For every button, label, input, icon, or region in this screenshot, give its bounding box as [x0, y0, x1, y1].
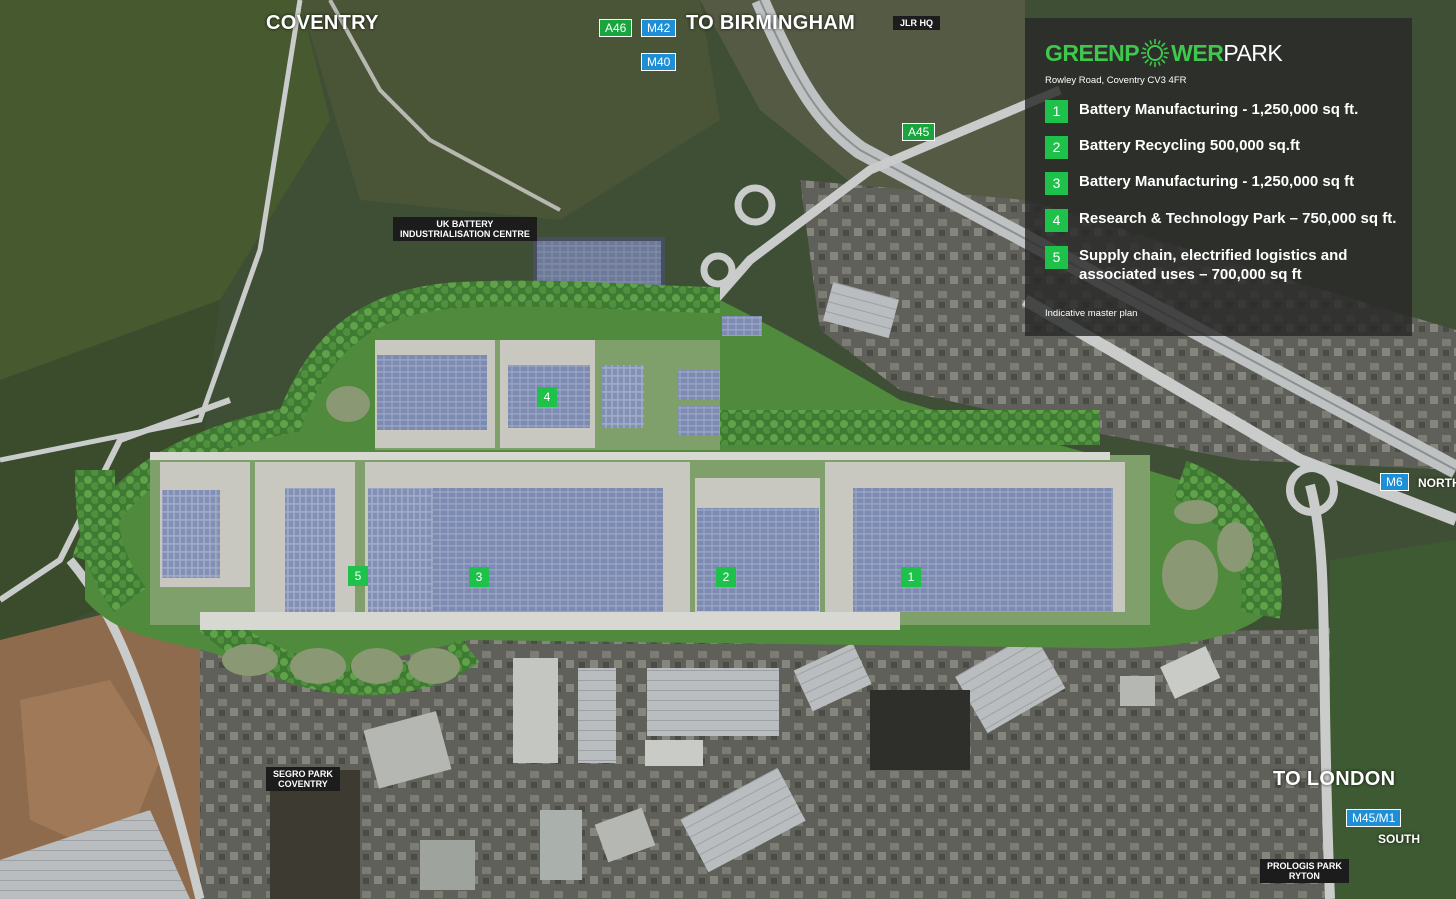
site-map: COVENTRY TO BIRMINGHAM TO LONDON NORTH S… [0, 0, 1456, 899]
a46-road-marker: A46 [599, 19, 633, 37]
legend-text: Battery Recycling 500,000 sq.ft [1079, 137, 1300, 154]
legend-number: 1 [1045, 100, 1068, 123]
plot-marker-3: 3 [469, 567, 489, 587]
jlr-hq-tag: JLR HQ [893, 16, 941, 30]
sun-power-icon [1141, 39, 1170, 67]
prologis-park-tag: PROLOGIS PARK RYTON [1260, 859, 1349, 883]
greenpower-park-logo: GREENP WER PARK [1045, 38, 1283, 68]
legend-panel: GREENP WER PARK Rowley Road, Coventry CV3… [1025, 18, 1412, 336]
plot-marker-4: 4 [537, 387, 557, 407]
to-birmingham-label: TO BIRMINGHAM [686, 12, 856, 34]
indicative-note: Indicative master plan [1045, 308, 1138, 319]
south-direction-label: SOUTH [1378, 832, 1420, 846]
legend-item: 4 Research & Technology Park – 750,000 s… [1045, 209, 1396, 232]
m6-road-marker: M6 [1380, 473, 1409, 491]
plot-marker-2: 2 [716, 567, 736, 587]
north-direction-label: NORTH [1418, 476, 1456, 490]
coventry-label: COVENTRY [266, 12, 379, 34]
legend-number: 2 [1045, 136, 1068, 159]
legend-item: 3 Battery Manufacturing - 1,250,000 sq f… [1045, 172, 1354, 195]
site-address: Rowley Road, Coventry CV3 4FR [1045, 75, 1187, 86]
m45-m1-road-marker: M45/M1 [1346, 809, 1402, 827]
legend-item: 2 Battery Recycling 500,000 sq.ft [1045, 136, 1300, 159]
to-london-label: TO LONDON [1273, 768, 1396, 790]
m40-road-marker: M40 [641, 53, 677, 71]
legend-item: 1 Battery Manufacturing - 1,250,000 sq f… [1045, 100, 1358, 123]
plot-marker-5: 5 [348, 566, 368, 586]
legend-text: Battery Manufacturing - 1,250,000 sq ft [1079, 173, 1355, 190]
ukbic-tag: UK BATTERY INDUSTRIALISATION CENTRE [393, 217, 537, 241]
legend-number: 3 [1045, 172, 1068, 195]
legend-text: Battery Manufacturing - 1,250,000 sq ft. [1079, 101, 1359, 118]
legend-item: 5 Supply chain, electrified logistics an… [1045, 246, 1347, 284]
plot-marker-1: 1 [901, 567, 921, 587]
segro-park-tag: SEGRO PARK COVENTRY [266, 767, 340, 791]
legend-number: 4 [1045, 209, 1068, 232]
legend-text: Supply chain, electrified logistics and … [1079, 247, 1348, 283]
m42-road-marker: M42 [641, 19, 677, 37]
legend-text: Research & Technology Park – 750,000 sq … [1079, 210, 1397, 227]
a45-road-marker: A45 [902, 123, 936, 141]
legend-number: 5 [1045, 246, 1068, 269]
